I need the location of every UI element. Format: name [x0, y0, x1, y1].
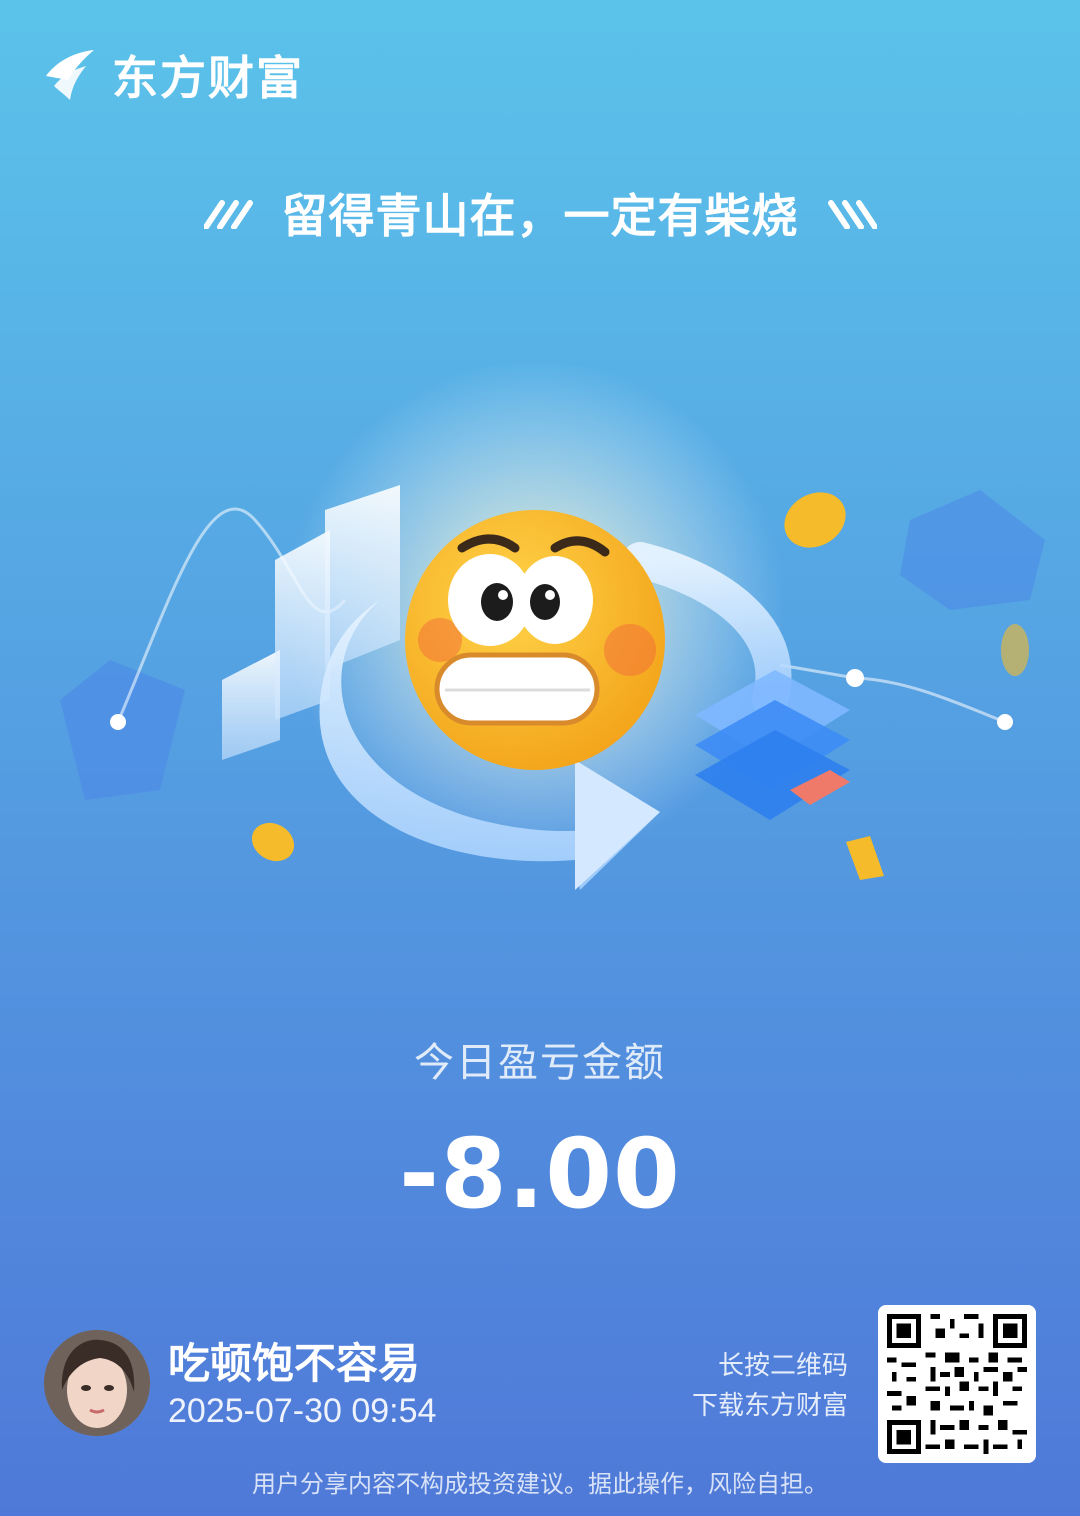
- line-dot: [110, 714, 126, 730]
- bar: [222, 650, 280, 760]
- eastmoney-logo-icon: [46, 50, 94, 100]
- qr-code[interactable]: [878, 1305, 1036, 1463]
- qr-tip-line1: 长按二维码: [717, 1351, 848, 1381]
- backslash-decor-icon: [825, 197, 877, 229]
- coin: [846, 836, 884, 880]
- slash-decor-icon: [203, 197, 256, 229]
- coin: [251, 822, 295, 862]
- grimacing-emoji-icon: [405, 510, 665, 770]
- username: 吃顿饱不容易: [168, 1339, 421, 1388]
- share-timestamp: 2025-07-30 09:54: [168, 1392, 437, 1430]
- slogan-text: 留得青山在，一定有柴烧: [281, 189, 799, 243]
- line-dot: [997, 714, 1013, 730]
- coin: [1001, 624, 1029, 676]
- pnl-amount: -8.00: [399, 1118, 681, 1230]
- chart-cycle-illustration: [60, 360, 1045, 890]
- brand-name: 东方财富: [112, 51, 304, 105]
- qr-tip: 长按二维码 下载东方财富: [692, 1346, 848, 1426]
- disclaimer: 用户分享内容不构成投资建议。据此操作，风险自担。: [252, 1470, 828, 1498]
- left-cube: [60, 660, 185, 800]
- brand-header: 东方财富: [42, 42, 304, 108]
- bar: [325, 485, 400, 670]
- share-card: 东方财富 留得青山在，一定有柴烧 今日盈亏金额 -8.00 吃顿饱不容易 202…: [0, 0, 1080, 1516]
- coin: [784, 492, 846, 548]
- qr-code-pattern: [887, 1314, 1027, 1454]
- avatar: [44, 1330, 150, 1436]
- slogan: 留得青山在，一定有柴烧: [0, 180, 1080, 246]
- pnl-label: 今日盈亏金额: [414, 1040, 666, 1086]
- right-cube: [900, 490, 1045, 610]
- line-dot: [846, 669, 864, 687]
- qr-tip-line2: 下载东方财富: [691, 1391, 848, 1421]
